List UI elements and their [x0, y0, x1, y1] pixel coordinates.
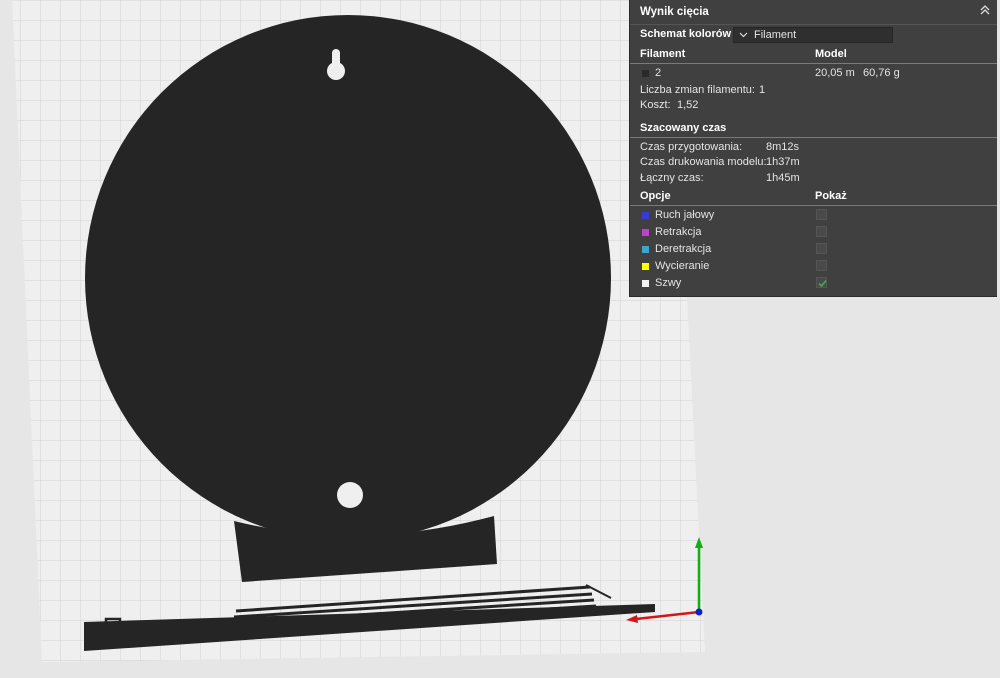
option-checkbox-deretraction[interactable]: [816, 243, 827, 254]
model-print-time-label: Czas drukowania modelu:: [640, 156, 767, 168]
title-divider: [630, 24, 997, 25]
filament-id: 2: [655, 67, 662, 79]
chevron-down-icon: [739, 30, 748, 39]
option-swatch-travel: [642, 212, 649, 219]
option-label-deretraction: Deretrakcja: [655, 243, 712, 255]
filament-length: 20,05 m: [815, 67, 855, 79]
cost-value: 1,52: [677, 99, 699, 111]
model-header: Model: [815, 48, 847, 60]
color-scheme-value: Filament: [754, 29, 797, 41]
color-scheme-select[interactable]: Filament: [733, 27, 893, 43]
disc-model[interactable]: [85, 15, 611, 541]
option-swatch-wipe: [642, 263, 649, 270]
option-checkbox-retraction[interactable]: [816, 226, 827, 237]
options-divider: [630, 205, 997, 206]
time-divider: [630, 137, 997, 138]
option-swatch-retraction: [642, 229, 649, 236]
estimated-time-header: Szacowany czas: [640, 122, 727, 134]
total-time-label: Łączny czas:: [640, 172, 704, 184]
options-header: Opcje: [640, 190, 671, 202]
show-header: Pokaż: [815, 190, 847, 202]
model-print-time-value: 1h37m: [766, 156, 800, 168]
slice-result-panel: Wynik cięcia Schemat kolorów Filament Fi…: [629, 0, 997, 297]
option-swatch-seams: [642, 280, 649, 287]
option-checkbox-seams[interactable]: [816, 277, 827, 288]
prep-time-label: Czas przygotowania:: [640, 141, 743, 153]
total-time-value: 1h45m: [766, 172, 800, 184]
checkmark-icon: [818, 279, 827, 288]
filament-color-swatch: [642, 70, 649, 77]
collapse-icon[interactable]: [979, 4, 991, 16]
cost-label: Koszt:: [640, 99, 671, 111]
option-label-wipe: Wycieranie: [655, 260, 710, 272]
filament-weight: 60,76 g: [863, 67, 900, 79]
option-swatch-deretraction: [642, 246, 649, 253]
prep-time-value: 8m12s: [766, 141, 800, 153]
filament-changes-value: 1: [759, 84, 766, 96]
option-label-seams: Szwy: [655, 277, 682, 289]
filament-changes-label: Liczba zmian filamentu:: [640, 84, 755, 96]
color-scheme-label: Schemat kolorów: [640, 28, 732, 40]
option-checkbox-wipe[interactable]: [816, 260, 827, 271]
filament-header: Filament: [640, 48, 686, 60]
panel-title: Wynik cięcia: [640, 6, 709, 18]
option-label-travel: Ruch jałowy: [655, 209, 715, 221]
option-label-retraction: Retrakcja: [655, 226, 702, 238]
option-checkbox-travel[interactable]: [816, 209, 827, 220]
header-divider: [630, 63, 997, 64]
